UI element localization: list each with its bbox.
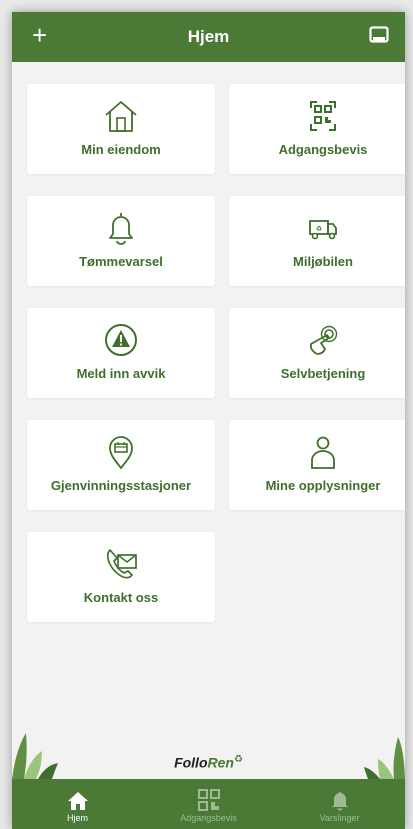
house-icon [105, 101, 137, 132]
tile-kontakt-oss[interactable]: Kontakt oss [27, 532, 215, 622]
location-pin-icon [109, 436, 133, 470]
tile-label: Min eiendom [81, 142, 161, 157]
tab-label: Adgangsbevis [180, 813, 237, 823]
tile-meld-inn-avvik[interactable]: Meld inn avvik [27, 308, 215, 398]
tile-label: Miljøbilen [293, 254, 353, 269]
tab-adgangsbevis[interactable]: Adgangsbevis [154, 785, 264, 823]
follo-ren-logo: FolloRen♻ [174, 754, 243, 771]
warning-icon [105, 324, 137, 356]
tile-label: Adgangsbevis [278, 142, 368, 157]
tile-tommevarsel[interactable]: Tømmevarsel [27, 196, 215, 286]
tab-label: Hjem [66, 813, 88, 823]
tile-label: Tømmevarsel [79, 254, 163, 269]
person-icon [311, 436, 335, 469]
page-title: Hjem [187, 27, 230, 46]
tile-selvbetjening[interactable]: Selvbetjening [229, 308, 405, 398]
tile-label: Kontakt oss [83, 590, 159, 605]
chat-icon[interactable] [369, 26, 389, 46]
tile-label: Mine opplysninger [265, 478, 381, 493]
tile-miljobilen[interactable]: ♻ Miljøbilen [229, 196, 405, 286]
bell-icon [109, 213, 133, 245]
svg-text:♻: ♻ [316, 226, 322, 233]
tile-label: Gjenvinningsstasjoner [50, 478, 192, 493]
touch-icon [310, 325, 338, 355]
tile-gjenvinningsstasjoner[interactable]: Gjenvinningsstasjoner [27, 420, 215, 510]
bell-icon [331, 792, 348, 811]
phone-mail-icon [106, 549, 137, 579]
qr-code-icon [310, 101, 336, 131]
truck-icon: ♻ [309, 220, 337, 240]
tab-varslinger[interactable]: Varslinger [285, 785, 395, 823]
add-button[interactable]: + [32, 22, 47, 48]
qr-code-icon [197, 789, 220, 811]
tile-label: Selvbetjening [280, 366, 366, 381]
tile-label: Meld inn avvik [76, 366, 166, 381]
tile-min-eiendom[interactable]: Min eiendom [27, 84, 215, 174]
tab-hjem[interactable]: Hjem [23, 785, 133, 823]
tab-label: Varslinger [319, 813, 360, 823]
tab-bar: Hjem Adgangsbevis Varslinger [12, 779, 405, 829]
tile-adgangsbevis[interactable]: Adgangsbevis [229, 84, 405, 174]
app-frame: + Hjem Min eiendom Adgangsbevis Tømmevar… [12, 12, 405, 829]
home-icon [67, 792, 88, 810]
app-header: + Hjem [12, 12, 405, 62]
tile-mine-opplysninger[interactable]: Mine opplysninger [229, 420, 405, 510]
